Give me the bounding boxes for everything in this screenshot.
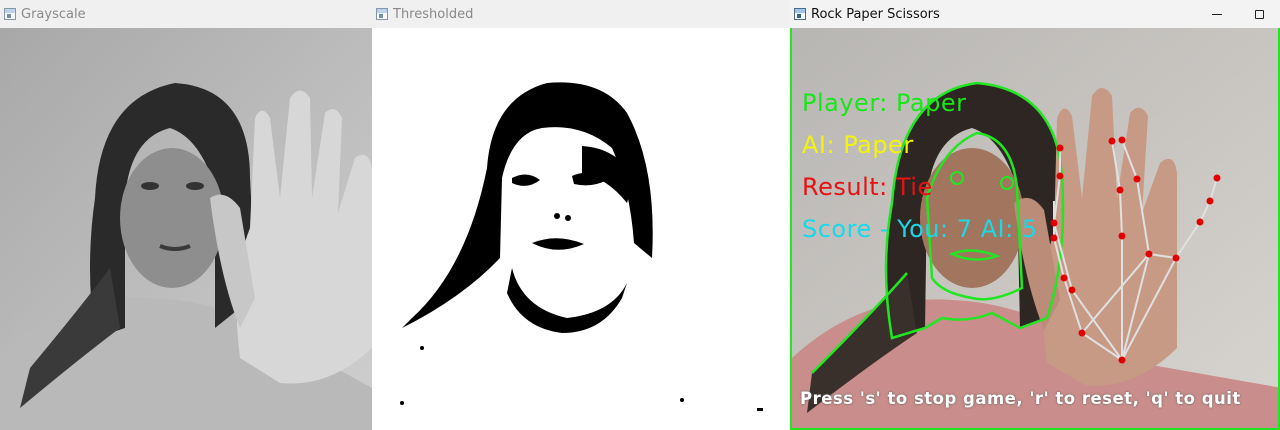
result-text: Result: Tie	[802, 173, 933, 201]
minimize-button[interactable]	[1196, 0, 1238, 28]
minimize-icon	[1212, 13, 1222, 15]
app-window-icon	[794, 8, 806, 20]
grayscale-frame-image	[0, 28, 372, 430]
app-window-icon	[376, 8, 388, 20]
controls-hint-text: Press 's' to stop game, 'r' to reset, 'q…	[800, 389, 1241, 408]
window-title: Grayscale	[21, 6, 86, 22]
rps-titlebar[interactable]: Rock Paper Scissors	[790, 0, 1280, 28]
thresholded-frame-image	[372, 28, 790, 430]
thresholded-camera-view	[372, 28, 790, 430]
grayscale-window[interactable]: Grayscale	[0, 0, 372, 430]
window-title: Rock Paper Scissors	[811, 6, 940, 22]
maximize-icon	[1254, 9, 1264, 19]
rock-paper-scissors-window[interactable]: Rock Paper Scissors Player: Paper AI: Pa…	[790, 0, 1280, 430]
score-text: Score - You: 7 AI: 5	[802, 215, 1038, 243]
maximize-button[interactable]	[1238, 0, 1280, 28]
window-title: Thresholded	[393, 6, 474, 22]
thresholded-titlebar[interactable]: Thresholded	[372, 0, 790, 28]
grayscale-camera-view	[0, 28, 372, 430]
thresholded-window[interactable]: Thresholded	[372, 0, 790, 430]
grayscale-titlebar[interactable]: Grayscale	[0, 0, 372, 28]
player-choice-text: Player: Paper	[802, 89, 967, 117]
window-controls	[1196, 0, 1280, 28]
rps-camera-view: Player: Paper AI: Paper Result: Tie Scor…	[790, 28, 1280, 430]
app-window-icon	[4, 8, 16, 20]
ai-choice-text: AI: Paper	[802, 131, 914, 159]
